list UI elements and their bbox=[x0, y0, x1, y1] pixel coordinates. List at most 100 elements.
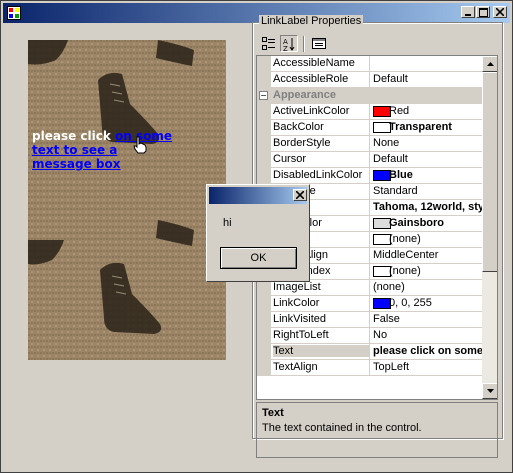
alphabetical-button[interactable]: A Z bbox=[280, 35, 298, 52]
row-gutter bbox=[257, 152, 271, 168]
column-divider bbox=[369, 360, 370, 376]
property-value[interactable]: please click on some text to see a messa… bbox=[373, 345, 483, 357]
column-divider bbox=[369, 104, 370, 120]
property-pages-button[interactable] bbox=[310, 35, 328, 52]
close-icon bbox=[496, 8, 504, 16]
close-button[interactable] bbox=[493, 6, 507, 18]
properties-group-title: LinkLabel Properties bbox=[259, 15, 364, 27]
scroll-thumb[interactable] bbox=[482, 72, 497, 272]
message-box-close-button[interactable] bbox=[293, 189, 307, 201]
property-value[interactable]: Default bbox=[373, 73, 483, 85]
property-row[interactable]: LinkColor 0, 0, 255 bbox=[257, 296, 482, 312]
maximize-icon bbox=[478, 7, 488, 17]
column-divider bbox=[369, 232, 370, 248]
column-divider bbox=[369, 216, 370, 232]
property-row[interactable]: Cursor Default bbox=[257, 152, 482, 168]
column-divider bbox=[369, 184, 370, 200]
background-image-panel bbox=[28, 40, 226, 360]
property-value[interactable]: TopLeft bbox=[373, 361, 483, 373]
description-text: The text contained in the control. bbox=[262, 422, 422, 434]
property-name: Text bbox=[273, 345, 369, 357]
ok-button-label: OK bbox=[250, 252, 267, 264]
row-gutter bbox=[257, 104, 271, 120]
row-gutter bbox=[257, 136, 271, 152]
scroll-down-button[interactable] bbox=[482, 383, 497, 399]
property-name: ImageList bbox=[273, 281, 321, 293]
property-name: AccessibleName bbox=[273, 57, 355, 69]
property-value[interactable]: No bbox=[373, 329, 483, 341]
property-name: BorderStyle bbox=[273, 137, 331, 149]
property-value[interactable]: MiddleCenter bbox=[373, 249, 483, 261]
close-icon bbox=[296, 191, 304, 199]
categorized-icon bbox=[262, 36, 275, 50]
property-category-row[interactable]: − Appearance bbox=[257, 88, 482, 104]
maximize-button[interactable] bbox=[476, 6, 490, 18]
row-gutter bbox=[257, 120, 271, 136]
property-row[interactable]: RightToLeft No bbox=[257, 328, 482, 344]
property-row[interactable]: ActiveLinkColor Red bbox=[257, 104, 482, 120]
arrow-down-icon bbox=[486, 389, 494, 393]
hand-cursor-icon bbox=[133, 136, 147, 154]
message-box-title-bar[interactable] bbox=[209, 187, 307, 204]
property-value[interactable]: Standard bbox=[373, 185, 483, 197]
message-box: hi OK bbox=[206, 184, 310, 282]
title-bar[interactable] bbox=[3, 3, 510, 23]
property-value[interactable]: None bbox=[373, 137, 483, 149]
property-row[interactable]: AccessibleName bbox=[257, 56, 482, 72]
minimize-button[interactable] bbox=[461, 6, 475, 18]
property-name: DisabledLinkColor bbox=[273, 169, 363, 181]
property-row[interactable]: TextAlign TopLeft bbox=[257, 360, 482, 376]
property-row[interactable]: AccessibleRole Default bbox=[257, 72, 482, 88]
property-value[interactable]: Tahoma, 12world, style=Bold bbox=[373, 201, 483, 213]
property-row[interactable]: DisabledLinkColor Blue bbox=[257, 168, 482, 184]
property-name: Cursor bbox=[273, 153, 307, 165]
categorized-button[interactable] bbox=[260, 35, 278, 52]
toolbar-separator bbox=[303, 36, 305, 52]
column-divider bbox=[369, 280, 370, 296]
column-divider bbox=[369, 120, 370, 136]
alphabetical-icon: A Z bbox=[283, 37, 295, 51]
app-icon bbox=[7, 6, 21, 20]
row-gutter bbox=[257, 312, 271, 328]
row-gutter bbox=[257, 168, 271, 184]
property-row[interactable]: Text please click on some text to see a m… bbox=[257, 344, 483, 360]
svg-text:Z: Z bbox=[283, 45, 288, 51]
property-pages-icon bbox=[312, 37, 326, 49]
property-row[interactable]: LinkVisited False bbox=[257, 312, 482, 328]
collapse-icon[interactable]: − bbox=[259, 91, 268, 100]
row-gutter bbox=[257, 296, 271, 312]
row-gutter bbox=[257, 344, 271, 360]
property-row[interactable]: BorderStyle None bbox=[257, 136, 482, 152]
ok-button[interactable]: OK bbox=[220, 247, 297, 269]
property-value[interactable]: (none) bbox=[373, 281, 483, 293]
arrow-up-icon bbox=[486, 62, 494, 66]
property-name: LinkColor bbox=[273, 297, 320, 309]
column-divider bbox=[369, 248, 370, 264]
row-gutter bbox=[257, 72, 271, 88]
property-grid-toolbar: A Z bbox=[256, 33, 498, 55]
description-title: Text bbox=[262, 407, 284, 419]
property-row[interactable]: ImageList (none) bbox=[257, 280, 482, 296]
property-value[interactable]: False bbox=[373, 313, 483, 325]
property-name: TextAlign bbox=[273, 361, 318, 373]
column-divider bbox=[369, 264, 370, 280]
link-label-plain-text: please click bbox=[32, 129, 116, 143]
scroll-up-button[interactable] bbox=[482, 56, 497, 72]
property-name: LinkVisited bbox=[273, 313, 326, 325]
minimize-icon bbox=[465, 14, 471, 16]
property-row[interactable]: BackColor Transparent bbox=[257, 120, 482, 136]
column-divider bbox=[369, 56, 370, 72]
row-gutter bbox=[257, 280, 271, 296]
vertical-scrollbar[interactable] bbox=[482, 56, 497, 399]
column-divider bbox=[369, 296, 370, 312]
property-value[interactable]: Default bbox=[373, 153, 483, 165]
column-divider bbox=[369, 168, 370, 184]
link-label: please click on some text to see a messa… bbox=[32, 129, 172, 171]
column-divider bbox=[369, 72, 370, 88]
row-gutter bbox=[257, 360, 271, 376]
column-divider bbox=[369, 200, 370, 216]
column-divider bbox=[369, 152, 370, 168]
property-name: ActiveLinkColor bbox=[273, 105, 350, 117]
property-name: AccessibleRole bbox=[273, 73, 349, 85]
property-description-panel: Text The text contained in the control. bbox=[256, 402, 498, 458]
